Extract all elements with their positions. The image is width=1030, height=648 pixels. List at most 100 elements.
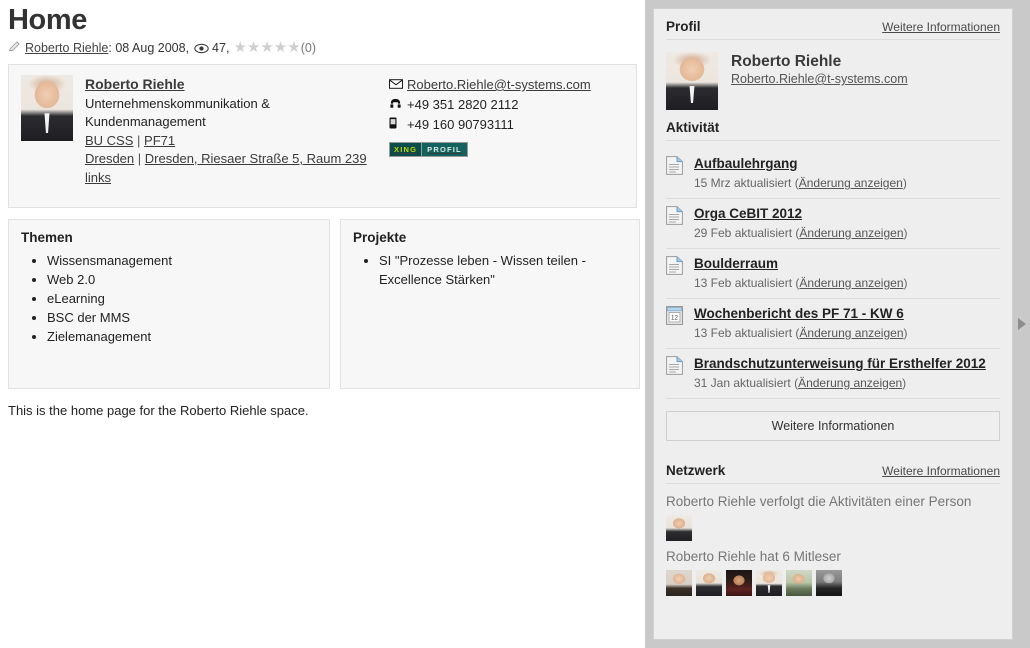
sidebar-outer-strip: Profil Weitere Informationen Roberto Rie… bbox=[645, 0, 1030, 648]
star-icon[interactable]: ★ bbox=[274, 40, 287, 55]
content-panels: Themen Wissensmanagement Web 2.0 eLearni… bbox=[8, 219, 640, 389]
contact-row-email: Roberto.Riehle@t-systems.com bbox=[389, 75, 624, 95]
list-item: eLearning bbox=[47, 289, 317, 308]
sidebar-profile-summary: Roberto Riehle Roberto.Riehle@t-systems.… bbox=[666, 48, 1000, 120]
list-item: Wissensmanagement bbox=[47, 251, 317, 270]
profile-card: Roberto Riehle Unternehmenskommunikation… bbox=[8, 64, 637, 208]
activity-more-info-button[interactable]: Weitere Informationen bbox=[666, 411, 1000, 441]
activity-title-link[interactable]: Wochenbericht des PF 71 - KW 6 bbox=[694, 305, 904, 322]
document-page-icon bbox=[666, 355, 688, 391]
divider bbox=[666, 39, 1000, 40]
list-item[interactable]: Aufbaulehrgang 15 Mrz aktualisiert (Ände… bbox=[666, 149, 1000, 199]
activity-title-link[interactable]: Boulderraum bbox=[694, 255, 778, 272]
location-separator: | bbox=[137, 151, 142, 166]
xing-profile-badge[interactable]: XING PROFIL bbox=[389, 142, 468, 157]
profile-phone: +49 351 2820 2112 bbox=[407, 97, 519, 112]
paren-close: ) bbox=[903, 326, 908, 340]
activity-change-link[interactable]: Änderung anzeigen bbox=[799, 226, 903, 240]
sidebar-profile-name: Roberto Riehle bbox=[731, 53, 842, 70]
panel-projekte: Projekte SI "Prozesse leben - Wissen tei… bbox=[340, 219, 640, 389]
calendar-document-icon: 12 bbox=[666, 305, 688, 341]
activity-date: 15 Mrz aktualisiert bbox=[694, 176, 792, 190]
profil-more-info-link[interactable]: Weitere Informationen bbox=[882, 20, 1000, 34]
panel-projekte-title: Projekte bbox=[353, 230, 407, 245]
telephone-icon bbox=[389, 96, 407, 115]
profile-city-link[interactable]: Dresden bbox=[85, 151, 134, 166]
activity-title-link[interactable]: Brandschutzunterweisung für Ersthelfer 2… bbox=[694, 355, 986, 372]
paren-close: ) bbox=[902, 176, 907, 190]
activity-change-link[interactable]: Änderung anzeigen bbox=[799, 276, 903, 290]
activity-meta: 31 Jan aktualisiert (Änderung anzeigen) bbox=[694, 375, 1000, 391]
activity-list: Aufbaulehrgang 15 Mrz aktualisiert (Ände… bbox=[666, 149, 1000, 399]
activity-title-link[interactable]: Orga CeBIT 2012 bbox=[694, 205, 802, 222]
list-item: Web 2.0 bbox=[47, 270, 317, 289]
sidebar-aktivitaet-title: Aktivität bbox=[666, 120, 720, 135]
star-icon[interactable]: ★ bbox=[233, 40, 246, 55]
star-icon[interactable]: ★ bbox=[287, 40, 300, 55]
list-item[interactable]: Boulderraum 13 Feb aktualisiert (Änderun… bbox=[666, 249, 1000, 299]
page-root: Home Roberto Riehle: 08 Aug 2008, 47, ★ ★… bbox=[0, 0, 1030, 648]
network-following-text: Roberto Riehle verfolgt die Aktivitäten … bbox=[666, 494, 972, 509]
list-item: BSC der MMS bbox=[47, 308, 317, 327]
divider bbox=[666, 140, 1000, 141]
netzwerk-more-info-link[interactable]: Weitere Informationen bbox=[882, 464, 1000, 478]
avatar[interactable] bbox=[726, 570, 752, 596]
sidebar-netzwerk-title: Netzwerk bbox=[666, 463, 726, 478]
profile-name-link[interactable]: Roberto Riehle bbox=[85, 75, 185, 94]
paren-close: ) bbox=[903, 226, 908, 240]
avatar[interactable] bbox=[696, 570, 722, 596]
pencil-icon bbox=[8, 40, 21, 57]
divider bbox=[666, 483, 1000, 484]
avatar[interactable] bbox=[786, 570, 812, 596]
profile-role-line2: Kundenmanagement bbox=[85, 114, 206, 129]
view-count: 47, bbox=[212, 40, 230, 55]
avatar[interactable] bbox=[816, 570, 842, 596]
list-item: Zielemanagement bbox=[47, 327, 317, 346]
byline-date: 08 Aug 2008, bbox=[115, 40, 190, 55]
sidebar-profile-email-link[interactable]: Roberto.Riehle@t-systems.com bbox=[731, 71, 908, 87]
contact-row-mobile: +49 160 90793111 bbox=[389, 115, 624, 135]
activity-change-link[interactable]: Änderung anzeigen bbox=[799, 326, 903, 340]
activity-change-link[interactable]: Änderung anzeigen bbox=[798, 376, 902, 390]
sidebar-section-header-netzwerk: Netzwerk Weitere Informationen bbox=[666, 463, 1000, 483]
byline-colon: : bbox=[108, 40, 112, 55]
avatar[interactable] bbox=[666, 570, 692, 596]
rating-stars[interactable]: ★ ★ ★ ★ ★ bbox=[233, 40, 300, 55]
paren-close: ) bbox=[903, 276, 908, 290]
activity-meta: 15 Mrz aktualisiert (Änderung anzeigen) bbox=[694, 175, 1000, 191]
projekte-list: SI "Prozesse leben - Wissen teilen - Exc… bbox=[353, 251, 627, 289]
list-item[interactable]: Brandschutzunterweisung für Ersthelfer 2… bbox=[666, 349, 1000, 399]
profile-card-identity: Roberto Riehle Unternehmenskommunikation… bbox=[85, 75, 385, 197]
list-item: SI "Prozesse leben - Wissen teilen - Exc… bbox=[379, 251, 627, 289]
activity-meta: 13 Feb aktualisiert (Änderung anzeigen) bbox=[694, 325, 1000, 341]
star-icon[interactable]: ★ bbox=[247, 40, 260, 55]
profile-department-link[interactable]: PF71 bbox=[144, 133, 175, 148]
panel-themen: Themen Wissensmanagement Web 2.0 eLearni… bbox=[8, 219, 330, 389]
profile-photo bbox=[666, 52, 718, 110]
themen-list: Wissensmanagement Web 2.0 eLearning BSC … bbox=[21, 251, 317, 346]
byline-author-link[interactable]: Roberto Riehle bbox=[25, 40, 108, 56]
mobile-phone-icon bbox=[389, 116, 407, 135]
sidebar-profil-title: Profil bbox=[666, 19, 701, 34]
collapse-right-arrow-icon[interactable] bbox=[1018, 318, 1026, 330]
document-page-icon bbox=[666, 255, 688, 291]
avatar[interactable] bbox=[666, 515, 692, 541]
activity-change-link[interactable]: Änderung anzeigen bbox=[799, 176, 903, 190]
envelope-icon bbox=[389, 76, 407, 95]
byline: Roberto Riehle: 08 Aug 2008, 47, ★ ★ ★ ★ ★ (… bbox=[8, 39, 637, 56]
activity-title-link[interactable]: Aufbaulehrgang bbox=[694, 155, 798, 172]
rating-count: (0) bbox=[300, 40, 316, 55]
profile-email-link[interactable]: Roberto.Riehle@t-systems.com bbox=[407, 75, 591, 94]
profile-org-unit-link[interactable]: BU CSS bbox=[85, 133, 133, 148]
avatar[interactable] bbox=[756, 570, 782, 596]
activity-meta: 13 Feb aktualisiert (Änderung anzeigen) bbox=[694, 275, 1000, 291]
activity-date: 13 Feb aktualisiert bbox=[694, 276, 793, 290]
network-following-avatars bbox=[666, 515, 1000, 541]
activity-date: 13 Feb aktualisiert bbox=[694, 326, 793, 340]
activity-date: 29 Feb aktualisiert bbox=[694, 226, 793, 240]
list-item[interactable]: Orga CeBIT 2012 29 Feb aktualisiert (Änd… bbox=[666, 199, 1000, 249]
profile-photo bbox=[21, 75, 73, 141]
star-icon[interactable]: ★ bbox=[260, 40, 273, 55]
xing-badge-label: XING bbox=[390, 143, 422, 156]
list-item[interactable]: 12 Wochenbericht des PF 71 - KW 6 13 Feb… bbox=[666, 299, 1000, 349]
